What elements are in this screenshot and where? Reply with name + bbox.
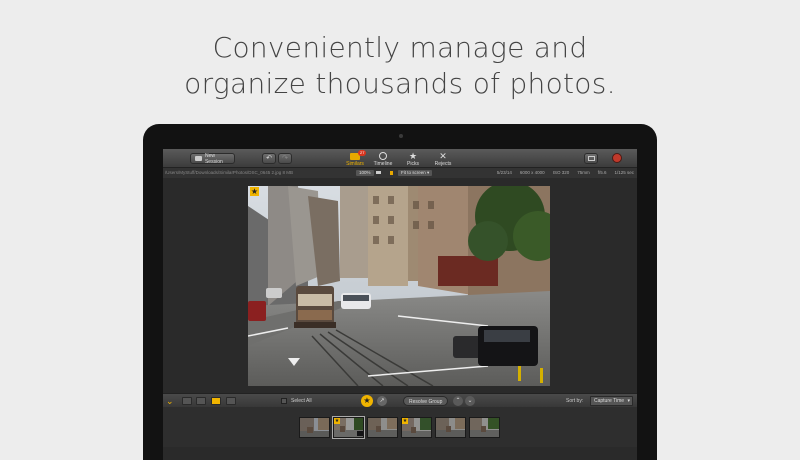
similars-label: Similars [346, 161, 364, 167]
folder-icon [195, 156, 202, 161]
shutter-speed: 1/125 sec [614, 170, 634, 175]
toolbar: New Session ↶ ↷ Similars 27 Timeline ★ P… [163, 149, 637, 168]
redo-button[interactable]: ↷ [278, 153, 292, 164]
new-session-button[interactable]: New Session [190, 152, 235, 165]
picks-label: Picks [407, 161, 419, 167]
sort-select[interactable]: Capture Time ▾ [590, 396, 633, 406]
select-all-label: Select All [291, 398, 312, 404]
aperture: f/5.6 [597, 170, 607, 175]
thumb-star-icon: ★ [402, 418, 408, 424]
file-path: /Users/MyStuff/Downloads/SimilarPhotos/D… [165, 170, 294, 175]
pick-star-badge: ★ [250, 187, 259, 196]
photo-metadata: 5/23/14 6000 x 4000 ISO 320 75mm f/5.6 1… [497, 168, 634, 178]
clock-icon [379, 152, 387, 160]
view-image-button[interactable] [584, 153, 598, 164]
zoom-level[interactable]: 100% [356, 170, 374, 176]
capture-date: 5/23/14 [496, 170, 512, 175]
resolve-group-button[interactable]: Resolve Group [403, 396, 449, 406]
redo-icon: ↷ [282, 155, 288, 162]
chevron-down-button[interactable]: ⌄ [465, 396, 475, 406]
headline-line-2: organize thousands of photos. [184, 67, 616, 100]
info-bar: /Users/MyStuff/Downloads/SimilarPhotos/D… [163, 168, 637, 178]
thumb-star-icon: ★ [334, 418, 340, 424]
compare-view-button[interactable] [226, 397, 236, 405]
x-icon: ✕ [439, 151, 447, 161]
picture-icon [588, 156, 595, 161]
filmstrip-thumb[interactable]: ★ [401, 417, 432, 438]
filmstrip-thumb-selected[interactable]: ★ [332, 416, 365, 439]
filmstrip-thumb[interactable] [435, 417, 466, 438]
tab-rejects[interactable]: ✕ Rejects [431, 151, 455, 167]
record-button[interactable] [612, 153, 622, 163]
share-icon[interactable]: ↗ [377, 396, 387, 406]
filmstrip-thumb[interactable] [367, 417, 398, 438]
new-session-label: New Session [204, 152, 223, 165]
camera-dot [399, 134, 403, 138]
fit-icon[interactable] [376, 171, 381, 174]
rejects-label: Rejects [434, 161, 452, 167]
tab-picks[interactable]: ★ Picks [401, 151, 425, 167]
tab-timeline[interactable]: Timeline [371, 151, 395, 167]
filmstrip-thumb[interactable] [299, 417, 330, 438]
filmstrip: ★ ★ [163, 407, 637, 447]
iso: ISO 320 [552, 170, 570, 175]
bottom-bar: ⌄ Select All ★ ↗ Resolve Group ⌃ ⌄ Sort … [163, 393, 637, 407]
compact-view-button[interactable] [196, 397, 206, 405]
sort-by-label: Sort by: [566, 398, 584, 404]
headline-line-1: Conveniently manage and [212, 31, 588, 64]
main-photo [248, 186, 550, 386]
lock-icon[interactable] [390, 171, 393, 175]
pick-star-button[interactable]: ★ [361, 395, 373, 407]
grid-view-button[interactable] [182, 397, 192, 405]
star-icon: ★ [408, 151, 418, 161]
fit-select[interactable]: Fit to screen ▾ [398, 170, 433, 176]
undo-button[interactable]: ↶ [262, 153, 276, 164]
chevron-up-button[interactable]: ⌃ [453, 396, 463, 406]
chevron-down-icon[interactable]: ⌄ [166, 395, 174, 407]
focal-length: 75mm [577, 170, 590, 175]
filmstrip-thumb[interactable] [469, 417, 500, 438]
dimensions: 6000 x 4000 [519, 170, 545, 175]
undo-icon: ↶ [266, 155, 272, 162]
app-window: New Session ↶ ↷ Similars 27 Timeline ★ P… [163, 149, 637, 460]
timeline-label: Timeline [373, 161, 393, 167]
select-all-checkbox[interactable] [281, 398, 287, 404]
single-view-button[interactable] [211, 397, 221, 405]
